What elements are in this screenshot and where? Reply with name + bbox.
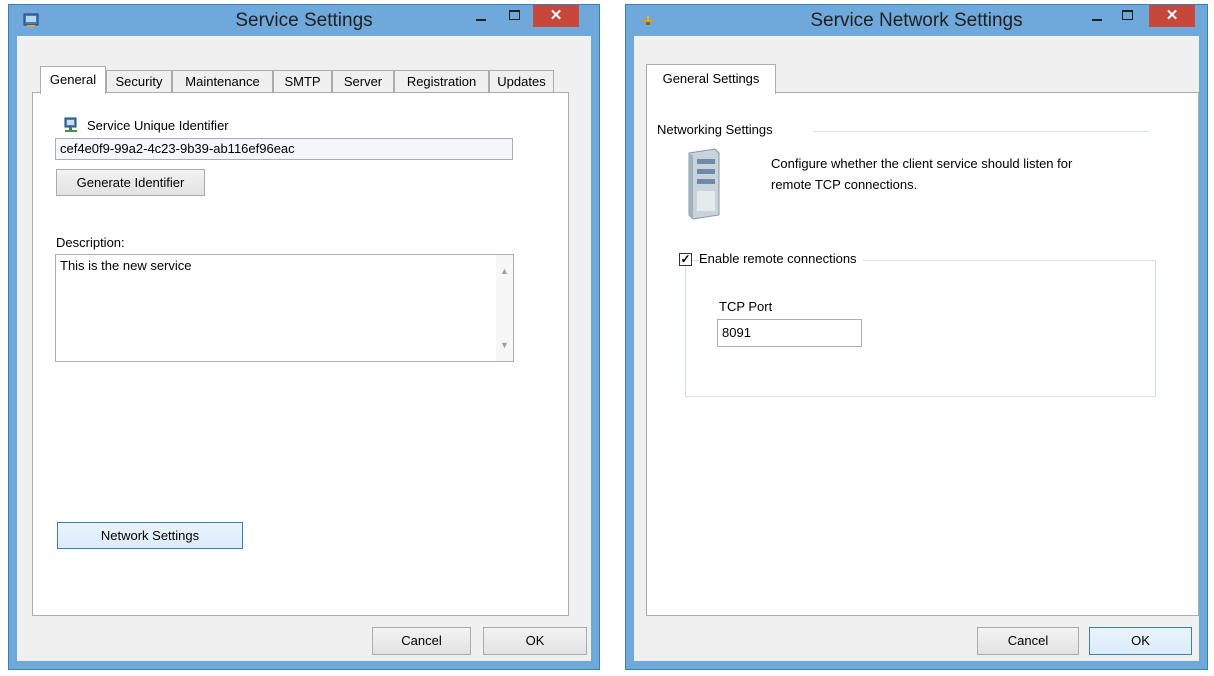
description-scrollbar[interactable]: ▲ ▼	[496, 255, 513, 361]
minimize-icon[interactable]	[468, 5, 494, 27]
enable-remote-checkbox[interactable]: ✓	[679, 253, 692, 266]
scroll-down-icon[interactable]: ▼	[500, 335, 509, 355]
general-settings-panel: Networking Settings Configure whether th…	[646, 92, 1199, 616]
scroll-up-icon[interactable]: ▲	[500, 261, 509, 281]
tab-general[interactable]: General	[40, 66, 106, 94]
maximize-icon[interactable]	[1114, 5, 1140, 27]
group-divider	[813, 131, 1149, 132]
ok-button[interactable]: OK	[1089, 627, 1192, 655]
description-label: Description:	[56, 235, 125, 250]
tab-updates[interactable]: Updates	[489, 70, 554, 92]
networking-settings-label: Networking Settings	[657, 122, 773, 137]
enable-remote-label[interactable]: Enable remote connections	[699, 251, 863, 266]
server-icon	[685, 147, 721, 221]
tab-server[interactable]: Server	[332, 70, 394, 92]
info-text-line2: remote TCP connections.	[771, 177, 918, 192]
close-icon[interactable]: ✕	[533, 5, 579, 27]
service-settings-window: Service Settings ✕ General Security Main…	[8, 4, 600, 670]
generate-identifier-button[interactable]: Generate Identifier	[56, 169, 205, 196]
tcp-port-label: TCP Port	[719, 299, 773, 314]
description-text: This is the new service	[60, 258, 192, 273]
close-icon[interactable]: ✕	[1149, 5, 1195, 27]
info-text-line1: Configure whether the client service sho…	[771, 156, 1073, 171]
minimize-icon[interactable]	[1084, 5, 1110, 27]
window-client: General Security Maintenance SMTP Server…	[17, 36, 591, 661]
tab-security[interactable]: Security	[106, 70, 172, 92]
maximize-icon[interactable]	[501, 5, 527, 27]
ok-button[interactable]: OK	[483, 627, 587, 655]
network-computer-icon	[63, 117, 79, 133]
window-client: General Settings Networking Settings Con…	[634, 36, 1199, 661]
cancel-button[interactable]: Cancel	[372, 627, 471, 655]
title-bar[interactable]: Service Network Settings ✕	[626, 5, 1207, 36]
network-settings-button[interactable]: Network Settings	[57, 522, 243, 549]
identifier-field[interactable]: cef4e0f9-99a2-4c23-9b39-ab116ef96eac	[55, 138, 513, 160]
cancel-button[interactable]: Cancel	[977, 627, 1079, 655]
title-bar[interactable]: Service Settings ✕	[9, 5, 599, 36]
tab-smtp[interactable]: SMTP	[273, 70, 332, 92]
tcp-port-field[interactable]: 8091	[717, 319, 862, 347]
identifier-label: Service Unique Identifier	[87, 118, 229, 133]
tab-general-settings[interactable]: General Settings	[646, 64, 776, 94]
general-tab-panel: Service Unique Identifier cef4e0f9-99a2-…	[32, 92, 569, 616]
service-network-settings-window: Service Network Settings ✕ General Setti…	[625, 4, 1208, 670]
description-textarea[interactable]: This is the new service ▲ ▼	[55, 254, 514, 362]
tab-maintenance[interactable]: Maintenance	[172, 70, 273, 92]
tab-registration[interactable]: Registration	[394, 70, 489, 92]
